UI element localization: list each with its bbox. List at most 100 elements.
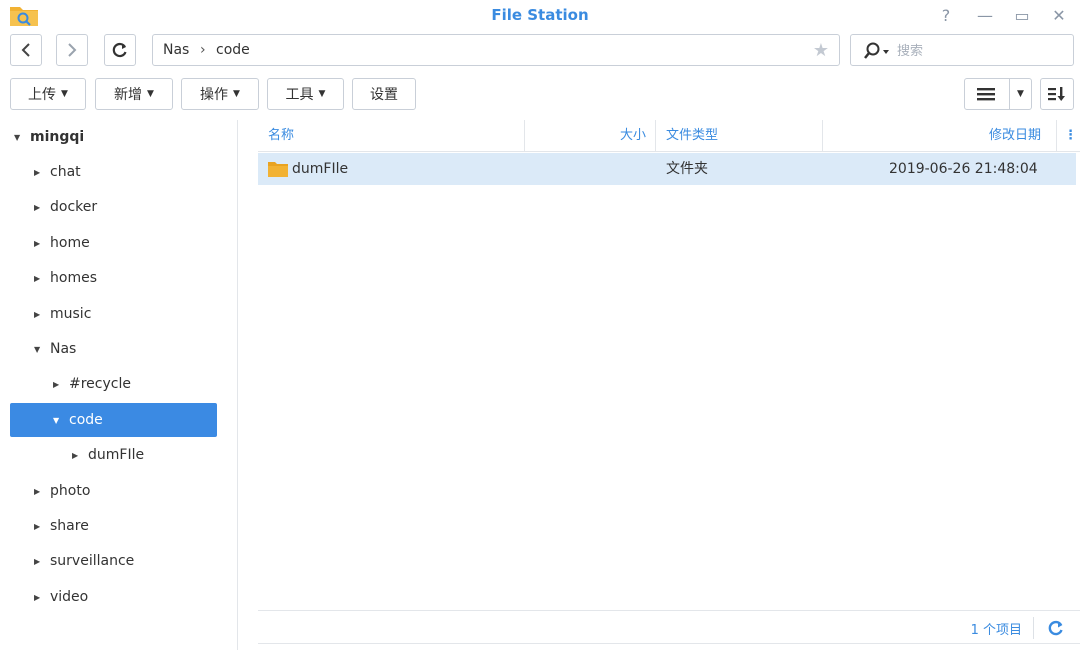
collapsed-triangle-icon[interactable]: ▶ <box>34 487 46 496</box>
tree-root-mingqi[interactable]: ▼ mingqi <box>14 120 84 154</box>
tree-item-photo[interactable]: ▶ photo <box>34 474 90 508</box>
tools-button[interactable]: 工具 ▼ <box>267 78 344 110</box>
caret-down-icon: ▼ <box>233 89 240 99</box>
tree-item-label: homes <box>50 270 97 286</box>
collapsed-triangle-icon[interactable]: ▶ <box>34 239 46 248</box>
breadcrumb-nas[interactable]: Nas <box>163 42 189 58</box>
collapsed-triangle-icon[interactable]: ▶ <box>34 310 46 319</box>
tree-item-label: #recycle <box>69 376 131 392</box>
collapsed-triangle-icon[interactable]: ▶ <box>53 380 65 389</box>
tree-item-label: surveillance <box>50 553 135 569</box>
file-name: dumFIle <box>292 161 349 177</box>
tree-item-chat[interactable]: ▶ chat <box>34 155 81 189</box>
view-mode-button[interactable]: ▼ <box>964 78 1032 110</box>
tree-item-label: music <box>50 306 92 322</box>
favorite-star-icon[interactable]: ★ <box>813 40 829 61</box>
back-button[interactable] <box>10 34 42 66</box>
search-box <box>850 34 1074 66</box>
path-bar[interactable]: Nas › code ★ <box>152 34 840 66</box>
tree-item-label: home <box>50 235 90 251</box>
column-header: 名称 大小 文件类型 修改日期 ⋮ <box>258 120 1080 152</box>
maximize-button[interactable]: ▭ <box>1010 4 1034 26</box>
column-type[interactable]: 文件类型 <box>666 120 718 152</box>
table-row[interactable]: dumFIle 文件夹 2019-06-26 21:48:04 <box>258 153 1076 185</box>
tree-item-docker[interactable]: ▶ docker <box>34 190 97 224</box>
column-divider[interactable] <box>822 120 823 152</box>
tree-item-share[interactable]: ▶ share <box>34 509 89 543</box>
search-icon[interactable] <box>863 42 891 60</box>
caret-down-icon: ▼ <box>318 89 326 99</box>
action-button[interactable]: 操作 ▼ <box>181 78 259 110</box>
tree-item-label: docker <box>50 199 98 215</box>
column-divider[interactable] <box>1056 120 1057 152</box>
caret-down-icon: ▼ <box>61 89 68 99</box>
column-divider[interactable] <box>524 120 525 152</box>
expanded-triangle-icon[interactable]: ▼ <box>14 133 26 142</box>
chevron-right-icon <box>68 43 77 57</box>
tree-item-homes[interactable]: ▶ homes <box>34 261 97 295</box>
collapsed-triangle-icon[interactable]: ▶ <box>34 593 46 602</box>
upload-button[interactable]: 上传 ▼ <box>10 78 86 110</box>
tree-item-code[interactable]: ▼ code <box>10 403 217 437</box>
breadcrumb-code[interactable]: code <box>216 42 250 58</box>
caret-down-icon[interactable]: ▼ <box>1017 89 1024 99</box>
settings-button-label: 设置 <box>370 87 398 103</box>
column-name[interactable]: 名称 <box>268 120 294 152</box>
sort-icon <box>1048 87 1065 101</box>
column-menu-icon[interactable]: ⋮ <box>1064 120 1077 152</box>
help-button[interactable]: ? <box>934 4 958 26</box>
create-button[interactable]: 新增 ▼ <box>95 78 173 110</box>
folder-icon <box>268 162 288 177</box>
column-size[interactable]: 大小 <box>620 120 646 152</box>
tree-item-home[interactable]: ▶ home <box>34 226 90 260</box>
tree-item-label: code <box>69 412 103 428</box>
sort-button[interactable] <box>1040 78 1074 110</box>
window-title: File Station <box>491 6 589 24</box>
refresh-icon <box>112 42 127 58</box>
upload-button-label: 上传 <box>28 87 57 103</box>
tree-item-music[interactable]: ▶ music <box>34 297 91 331</box>
refresh-button[interactable] <box>104 34 136 66</box>
minimize-button[interactable]: — <box>973 4 997 26</box>
button-divider <box>1009 79 1010 109</box>
column-divider[interactable] <box>655 120 656 152</box>
toolbar: 上传 ▼ 新增 ▼ 操作 ▼ 工具 ▼ 设置 ▼ <box>0 78 1080 112</box>
tree-item-nas[interactable]: ▼ Nas <box>34 332 76 366</box>
list-view-icon <box>977 88 995 101</box>
expanded-triangle-icon[interactable]: ▼ <box>34 345 46 354</box>
collapsed-triangle-icon[interactable]: ▶ <box>34 203 46 212</box>
action-button-label: 操作 <box>200 87 229 103</box>
file-list: 名称 大小 文件类型 修改日期 ⋮ dumFIle 文件夹 2019-06-26… <box>258 120 1080 650</box>
caret-down-icon: ▼ <box>147 89 154 99</box>
chevron-left-icon <box>21 43 30 57</box>
search-input[interactable] <box>897 41 1067 61</box>
collapsed-triangle-icon[interactable]: ▶ <box>34 168 46 177</box>
tools-button-label: 工具 <box>285 87 314 103</box>
tree-item-label: share <box>50 518 89 534</box>
expanded-triangle-icon[interactable]: ▼ <box>53 416 65 425</box>
minimize-icon: — <box>977 5 993 25</box>
tree-item-label: Nas <box>50 341 77 357</box>
close-icon: ✕ <box>1052 5 1066 25</box>
close-button[interactable]: ✕ <box>1047 4 1071 26</box>
collapsed-triangle-icon[interactable]: ▶ <box>34 557 46 566</box>
forward-button[interactable] <box>56 34 88 66</box>
tree-item-recycle[interactable]: ▶ #recycle <box>53 367 131 401</box>
breadcrumb-separator-icon: › <box>200 42 206 58</box>
settings-button[interactable]: 设置 <box>352 78 416 110</box>
item-count: 1 个项目 <box>970 623 1022 638</box>
collapsed-triangle-icon[interactable]: ▶ <box>34 274 46 283</box>
tree-item-surveillance[interactable]: ▶ surveillance <box>34 544 134 578</box>
footer-divider <box>1033 617 1034 639</box>
maximize-icon: ▭ <box>1014 5 1030 25</box>
folder-tree: ▼ mingqi ▶ chat ▶ docker ▶ home ▶ homes ▶ musi… <box>0 120 238 650</box>
collapsed-triangle-icon[interactable]: ▶ <box>34 522 46 531</box>
column-modified[interactable]: 修改日期 <box>989 120 1041 152</box>
tree-item-video[interactable]: ▶ video <box>34 580 88 614</box>
tree-item-dumfile[interactable]: ▶ dumFIle <box>72 438 144 472</box>
help-icon: ? <box>941 5 951 25</box>
file-modified: 2019-06-26 21:48:04 <box>889 161 1038 177</box>
refresh-icon[interactable] <box>1048 620 1064 636</box>
file-type: 文件夹 <box>666 161 708 177</box>
collapsed-triangle-icon[interactable]: ▶ <box>72 451 84 460</box>
